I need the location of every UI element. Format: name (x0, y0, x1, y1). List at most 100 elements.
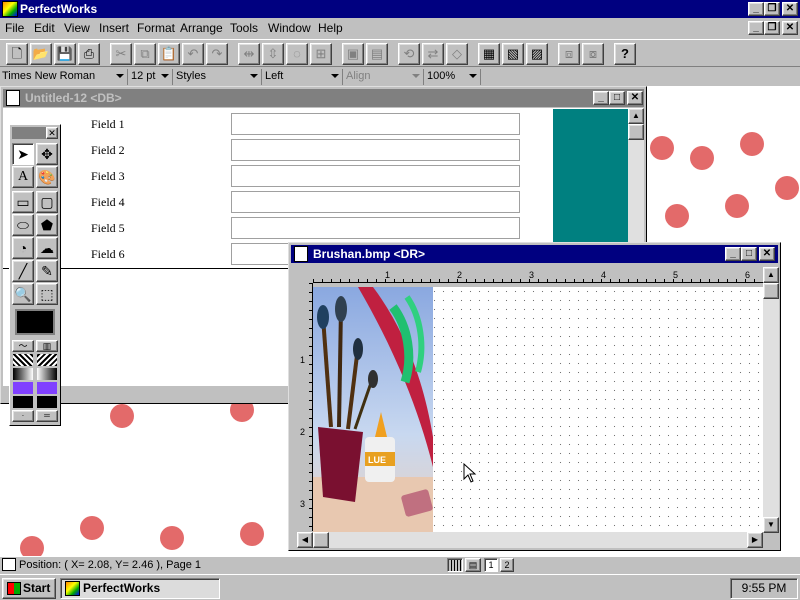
menu-insert[interactable]: Insert (99, 21, 129, 35)
fill-pattern-icon[interactable] (13, 396, 33, 408)
group-icon[interactable]: ▣ (342, 43, 364, 65)
field-input[interactable] (231, 139, 520, 161)
align-left-icon[interactable]: ⇹ (238, 43, 260, 65)
zoom-tool-icon[interactable]: 🔍 (12, 283, 34, 305)
menu-edit[interactable]: Edit (34, 21, 55, 35)
cut-icon[interactable]: ✂ (110, 43, 132, 65)
pointer-tool-icon[interactable]: ➤ (12, 143, 34, 165)
close-icon[interactable]: ✕ (627, 91, 643, 105)
eyedropper-tool-icon[interactable]: ✎ (36, 260, 58, 282)
fill-color-icon[interactable] (13, 382, 33, 394)
ellipse-tool-icon[interactable]: ⬭ (12, 214, 34, 236)
size-select[interactable]: 12 pt (129, 69, 173, 85)
taskbar-button-perfectworks[interactable]: PerfectWorks (60, 578, 220, 599)
page-2-icon[interactable]: 2 (500, 558, 514, 572)
close-icon[interactable]: ✕ (46, 127, 58, 139)
help-icon[interactable]: ? (614, 43, 636, 65)
gradient-icon[interactable] (13, 368, 33, 380)
menu-help[interactable]: Help (318, 21, 343, 35)
pen-pattern-icon[interactable] (37, 396, 57, 408)
menu-window[interactable]: Window (268, 21, 311, 35)
arc-tool-icon[interactable]: ◔ (12, 237, 34, 259)
close-icon[interactable]: ✕ (782, 2, 798, 16)
minimize-icon[interactable]: _ (725, 247, 741, 261)
table-view-icon[interactable]: ▨ (526, 43, 548, 65)
align-center-icon[interactable]: ⇳ (262, 43, 284, 65)
copy-icon[interactable]: ⧉ (134, 43, 156, 65)
bmp-vertical-scrollbar[interactable]: ▲ ▼ (763, 267, 779, 533)
crop-tool-icon[interactable]: ⬚ (36, 283, 58, 305)
doc-minimize-icon[interactable]: _ (748, 21, 764, 35)
rounded-rect-tool-icon[interactable]: ▢ (36, 191, 58, 213)
scroll-down-icon[interactable]: ▼ (763, 517, 779, 533)
menu-arrange[interactable]: Arrange (180, 21, 223, 35)
scroll-up-icon[interactable]: ▲ (628, 108, 644, 124)
field-input[interactable] (231, 165, 520, 187)
line-tool-icon[interactable]: ╱ (12, 260, 34, 282)
paste-icon[interactable]: 📋 (158, 43, 180, 65)
maximize-icon[interactable]: □ (741, 247, 757, 261)
scroll-thumb[interactable] (628, 124, 644, 140)
flip-icon[interactable]: ⇄ (422, 43, 444, 65)
move-tool-icon[interactable]: ✥ (36, 143, 58, 165)
scroll-up-icon[interactable]: ▲ (763, 267, 779, 283)
color-swatch[interactable] (15, 309, 55, 335)
palette-tool-icon[interactable]: 🎨 (36, 166, 58, 188)
pattern-icon[interactable] (13, 354, 33, 366)
restore-icon[interactable]: ❐ (764, 2, 780, 16)
draw-view-icon[interactable]: ▦ (478, 43, 500, 65)
menu-file[interactable]: File (5, 21, 24, 35)
scroll-thumb[interactable] (313, 532, 329, 548)
grid-toggle-icon[interactable] (447, 558, 463, 572)
font-select[interactable]: Times New Roman (0, 69, 128, 85)
text-tool-icon[interactable]: A (12, 166, 34, 188)
bring-front-icon[interactable]: ⧈ (558, 43, 580, 65)
page-1-icon[interactable]: 1 (484, 558, 498, 572)
line-width-icon[interactable]: ═ (36, 410, 58, 422)
new-document-icon[interactable]: 🗋 (6, 43, 28, 65)
arrowhead-icon[interactable]: · (12, 410, 34, 422)
styles-select[interactable]: Styles (174, 69, 262, 85)
rectangle-tool-icon[interactable]: ▭ (12, 191, 34, 213)
undo-icon[interactable]: ↶ (182, 43, 204, 65)
scroll-thumb[interactable] (763, 283, 779, 299)
pattern-icon[interactable] (37, 354, 57, 366)
zoom-select[interactable]: 100% (425, 69, 481, 85)
reshape-icon[interactable]: ◇ (446, 43, 468, 65)
scroll-left-icon[interactable]: ◀ (297, 532, 313, 548)
scroll-right-icon[interactable]: ▶ (747, 532, 763, 548)
send-back-icon[interactable]: ⧇ (582, 43, 604, 65)
justify-select[interactable]: Left (263, 69, 343, 85)
maximize-icon[interactable]: □ (609, 91, 625, 105)
minimize-icon[interactable]: _ (593, 91, 609, 105)
rotate-icon[interactable]: ⟲ (398, 43, 420, 65)
save-icon[interactable]: 💾 (54, 43, 76, 65)
chart-view-icon[interactable]: ▧ (502, 43, 524, 65)
menu-view[interactable]: View (64, 21, 90, 35)
freeform-tool-icon[interactable]: ☁ (36, 237, 58, 259)
doc-restore-icon[interactable]: ❐ (764, 21, 780, 35)
drawing-canvas[interactable]: LUE (313, 287, 763, 533)
ungroup-icon[interactable]: ▤ (366, 43, 388, 65)
line-style-icon[interactable]: ～ (12, 340, 34, 352)
polygon-tool-icon[interactable]: ⬟ (36, 214, 58, 236)
field-input[interactable] (231, 217, 520, 239)
align-select[interactable]: Align (344, 69, 424, 85)
fill-style-icon[interactable]: ▥ (36, 340, 58, 352)
distribute-icon[interactable]: ⊞ (310, 43, 332, 65)
print-icon[interactable]: ⎙ (78, 43, 100, 65)
minimize-icon[interactable]: _ (748, 2, 764, 16)
field-input[interactable] (231, 113, 520, 135)
pen-color-icon[interactable] (37, 382, 57, 394)
menu-tools[interactable]: Tools (230, 21, 258, 35)
open-folder-icon[interactable]: 📂 (30, 43, 52, 65)
menu-format[interactable]: Format (137, 21, 175, 35)
field-input[interactable] (231, 191, 520, 213)
start-button[interactable]: Start (2, 578, 56, 599)
gradient-icon[interactable] (37, 368, 57, 380)
bmp-horizontal-scrollbar[interactable]: ◀ ▶ (297, 532, 763, 548)
close-icon[interactable]: ✕ (759, 247, 775, 261)
align-right-icon[interactable]: ◌ (286, 43, 308, 65)
doc-close-icon[interactable]: ✕ (782, 21, 798, 35)
page-layout-icon[interactable]: ▤ (465, 558, 481, 572)
